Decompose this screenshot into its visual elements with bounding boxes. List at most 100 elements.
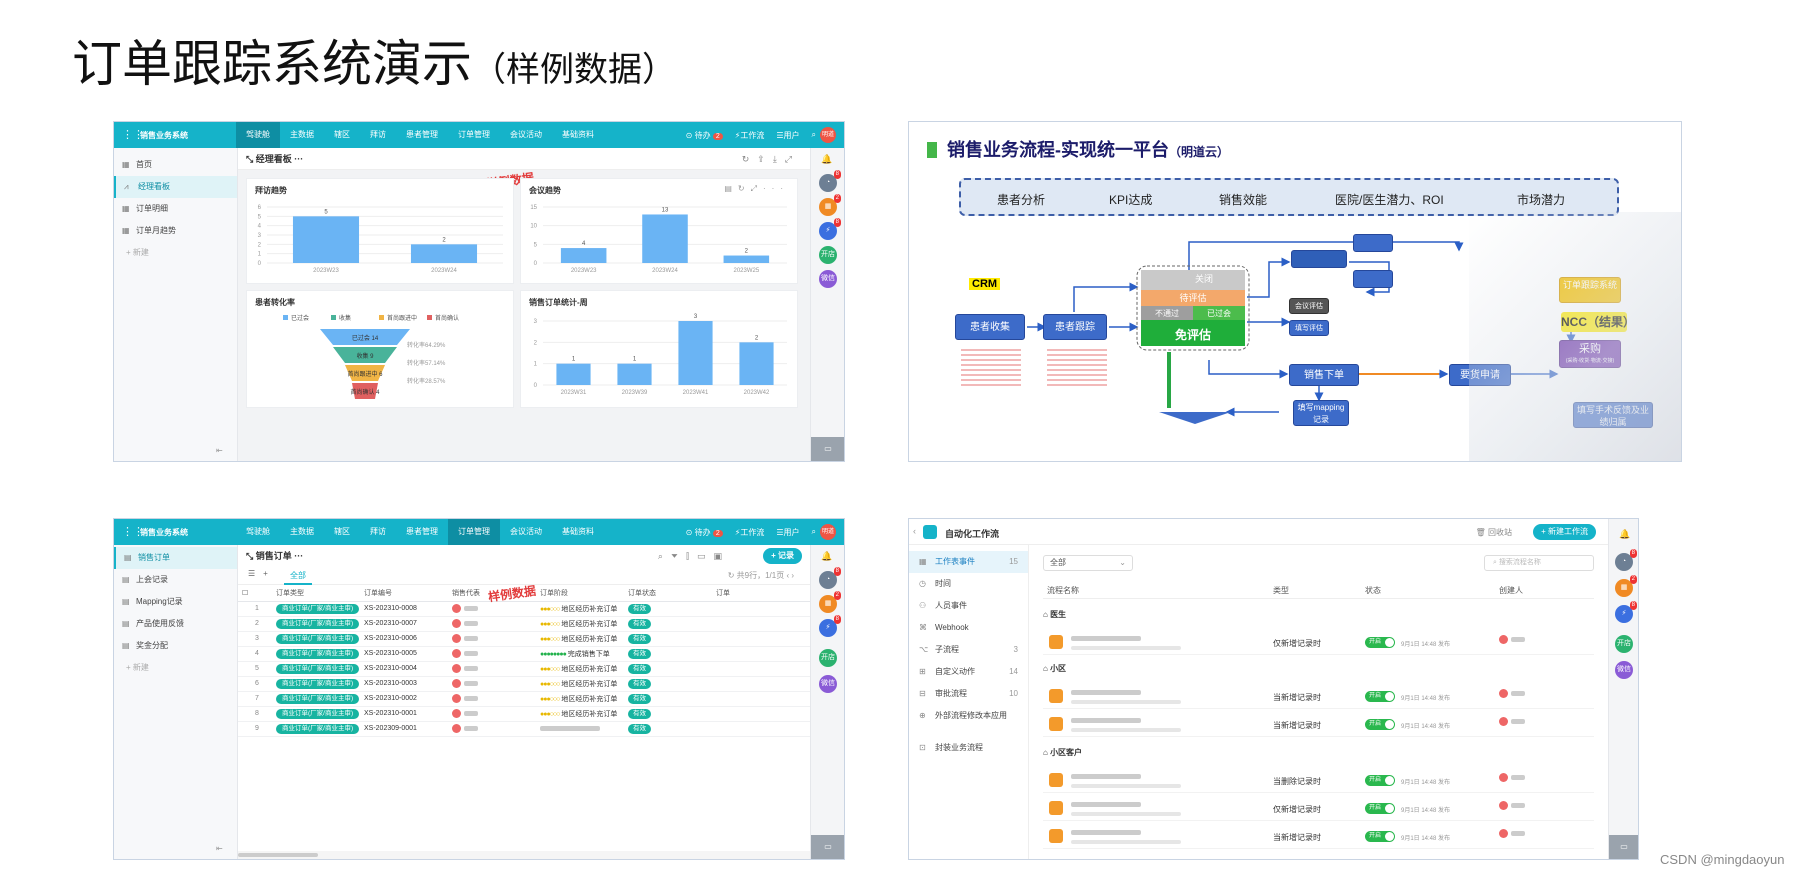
filter-select[interactable]: 全部 ⌄ bbox=[1043, 555, 1133, 571]
sidebar-item[interactable]: ⌘ Webhook bbox=[909, 617, 1028, 639]
workflow-row[interactable]: 仅新增记录时 开启 9月1日 14:48 发布 bbox=[1043, 795, 1594, 821]
todo-button[interactable]: ⊙ 待办 2 bbox=[686, 527, 723, 538]
sidebar-item[interactable]: ⊕ 外部流程修改本应用 bbox=[909, 705, 1028, 727]
table-row[interactable]: 6 商业订单(厂家/商业主审) XS-202310-0003 ●●●○○○ 地区经历补… bbox=[238, 676, 810, 692]
wechat-icon[interactable]: 微信 bbox=[819, 270, 837, 288]
sidebar-item-order-detail[interactable]: ▦ 订单明细 bbox=[114, 198, 237, 220]
table-row[interactable]: 2 商业订单(厂家/商业主审) XS-202310-0007 ●●●○○○ 地区经历补… bbox=[238, 616, 810, 632]
add-record-button[interactable]: + 记录 bbox=[763, 548, 802, 564]
nav-item[interactable]: 会议活动 bbox=[500, 122, 552, 148]
nav-item[interactable]: 驾驶舱 bbox=[236, 122, 280, 148]
list-view-icon[interactable]: ☰+ bbox=[248, 569, 276, 578]
nav-item[interactable]: 患者管理 bbox=[396, 122, 448, 148]
bell-icon[interactable]: 🔔 bbox=[1619, 529, 1630, 540]
shop-icon[interactable]: 开店 bbox=[819, 649, 837, 667]
scrollbar-thumb[interactable] bbox=[238, 853, 318, 857]
chart-bar[interactable] bbox=[560, 248, 607, 263]
chart-bar[interactable] bbox=[642, 214, 688, 263]
sidebar-item-order-trend[interactable]: ▦ 订单月趋势 bbox=[114, 220, 237, 242]
search-input[interactable]: ⌕ 搜索流程名称 bbox=[1484, 555, 1594, 571]
col-header[interactable]: 订单 bbox=[712, 585, 810, 602]
workflow-row[interactable]: 当删除记录时 开启 9月1日 14:48 发布 bbox=[1043, 767, 1594, 793]
enable-toggle[interactable]: 开启 bbox=[1365, 775, 1395, 786]
bell-icon[interactable]: 🔔 bbox=[821, 154, 832, 165]
sidebar-item[interactable]: ⚇ 人员事件 bbox=[909, 595, 1028, 617]
col-header[interactable]: 订单阶段 bbox=[536, 585, 624, 602]
sidebar-item-home[interactable]: ▦ 首页 bbox=[114, 154, 237, 176]
wechat-icon[interactable]: 微信 bbox=[819, 675, 837, 693]
collapse-icon[interactable]: ⇤ bbox=[216, 446, 223, 455]
col-header[interactable]: 订单类型 bbox=[272, 585, 360, 602]
nav-item[interactable]: 订单管理 bbox=[448, 122, 500, 148]
table-row[interactable]: 8 商业订单(厂家/商业主审) XS-202310-0001 ●●●○○○ 地区经历补… bbox=[238, 706, 810, 722]
workflow-group-header[interactable]: ⌂ 小区 bbox=[1043, 663, 1066, 674]
avatar[interactable]: 明道 bbox=[820, 127, 836, 143]
add-page-button[interactable]: + 新建 bbox=[114, 657, 237, 679]
workflow-button[interactable]: ⚡工作流 bbox=[735, 527, 765, 538]
chat-icon[interactable]: ▭ bbox=[811, 437, 844, 461]
bell-icon[interactable]: 🔔 bbox=[821, 551, 832, 562]
collapse-icon[interactable]: ⇤ bbox=[216, 844, 223, 853]
nav-item[interactable]: 拜访 bbox=[360, 122, 396, 148]
enable-toggle[interactable]: 开启 bbox=[1365, 691, 1395, 702]
notification-icon[interactable]: ◔ 8 bbox=[819, 567, 841, 589]
chart-bar[interactable] bbox=[556, 363, 591, 385]
nav-item[interactable]: 会议活动 bbox=[500, 519, 552, 545]
chart-bar[interactable] bbox=[739, 342, 774, 385]
enable-toggle[interactable]: 开启 bbox=[1365, 637, 1395, 648]
chart-bar[interactable] bbox=[723, 255, 770, 263]
page-tools[interactable]: ↻⇪⤓⤢ bbox=[742, 148, 800, 170]
recycle-bin-button[interactable]: 🗑 回收站 bbox=[1476, 527, 1512, 538]
workflow-row[interactable]: 仅新增记录时 开启 9月1日 14:48 发布 bbox=[1043, 629, 1594, 655]
expand-icon[interactable]: ⤡ bbox=[246, 154, 253, 164]
nav-item[interactable]: 基础资料 bbox=[552, 122, 604, 148]
nav-item[interactable]: 主数据 bbox=[280, 122, 324, 148]
enable-toggle[interactable]: 开启 bbox=[1365, 803, 1395, 814]
chat-icon[interactable]: ▭ bbox=[1609, 835, 1638, 859]
sidebar-item[interactable]: ⊟ 审批流程 10 bbox=[909, 683, 1028, 705]
add-page-button[interactable]: + 新建 bbox=[114, 242, 237, 264]
nav-item[interactable]: 辖区 bbox=[324, 122, 360, 148]
workflow-group-header[interactable]: ⌂ 小区客户 bbox=[1043, 747, 1082, 758]
nav-item[interactable]: 患者管理 bbox=[396, 519, 448, 545]
nav-item[interactable]: 驾驶舱 bbox=[236, 519, 280, 545]
new-workflow-button[interactable]: + 新建工作流 bbox=[1533, 524, 1596, 540]
table-row[interactable]: 1 商业订单(厂家/商业主审) XS-202310-0008 ●●●○○○ 地区经历补… bbox=[238, 601, 810, 617]
sidebar-item[interactable]: ⊞ 自定义动作 14 bbox=[909, 661, 1028, 683]
lightning-icon[interactable]: ⚡ 8 bbox=[819, 218, 841, 240]
workflow-group-header[interactable]: ⌂ 医生 bbox=[1043, 609, 1066, 620]
search-icon[interactable]: ⌕ bbox=[812, 130, 816, 141]
workflow-row[interactable]: 当新增记录时 开启 9月1日 14:48 发布 bbox=[1043, 683, 1594, 709]
col-header[interactable]: 订单编号 bbox=[360, 585, 448, 602]
wechat-icon[interactable]: 微信 bbox=[1615, 661, 1633, 679]
chart-bar[interactable] bbox=[678, 321, 713, 385]
col-header[interactable]: 订单状态 bbox=[624, 585, 712, 602]
table-row[interactable]: 4 商业订单(厂家/商业主审) XS-202310-0005 ●●●●●●●● 完成销… bbox=[238, 646, 810, 662]
sidebar-item-sales-order[interactable]: ▤ 销售订单 bbox=[114, 547, 237, 569]
user-button[interactable]: ☰用户 bbox=[776, 130, 799, 141]
tab-all[interactable]: 全部 bbox=[284, 567, 312, 585]
workflow-row[interactable]: 当新增记录时 开启 9月1日 14:48 发布 bbox=[1043, 711, 1594, 737]
shop-icon[interactable]: 开店 bbox=[1615, 635, 1633, 653]
table-row[interactable]: 9 商业订单(厂家/商业主审) XS-202309-0001 有效 bbox=[238, 721, 810, 737]
notification-icon[interactable]: ◔ 8 bbox=[1615, 549, 1637, 571]
search-icon[interactable]: ⌕ bbox=[812, 527, 816, 538]
chart-bar[interactable] bbox=[292, 216, 360, 263]
chat-icon[interactable]: ▭ bbox=[811, 835, 844, 859]
sidebar-item-product-feedback[interactable]: ▤ 产品使用反馈 bbox=[114, 613, 237, 635]
lightning-icon[interactable]: ⚡ 8 bbox=[819, 615, 841, 637]
sidebar-item[interactable]: ⊡ 封装业务流程 bbox=[909, 737, 1028, 759]
avatar[interactable]: 明道 bbox=[820, 524, 836, 540]
enable-toggle[interactable]: 开启 bbox=[1365, 719, 1395, 730]
sidebar-item-bonus[interactable]: ▤ 奖金分配 bbox=[114, 635, 237, 657]
nav-item[interactable]: 主数据 bbox=[280, 519, 324, 545]
sidebar-item-meeting-record[interactable]: ▤ 上会记录 bbox=[114, 569, 237, 591]
table-row[interactable]: 5 商业订单(厂家/商业主审) XS-202310-0004 ●●●○○○ 地区经历补… bbox=[238, 661, 810, 677]
todo-button[interactable]: ⊙ 待办 2 bbox=[686, 130, 723, 141]
horizontal-scrollbar[interactable] bbox=[238, 851, 810, 859]
table-row[interactable]: 7 商业订单(厂家/商业主审) XS-202310-0002 ●●●○○○ 地区经历补… bbox=[238, 691, 810, 707]
nav-item[interactable]: 订单管理 bbox=[448, 519, 500, 545]
chart-bar[interactable] bbox=[410, 244, 478, 263]
app-name[interactable]: 销售业务系统 bbox=[140, 527, 188, 538]
lightning-icon[interactable]: ⚡ 8 bbox=[1615, 601, 1637, 623]
